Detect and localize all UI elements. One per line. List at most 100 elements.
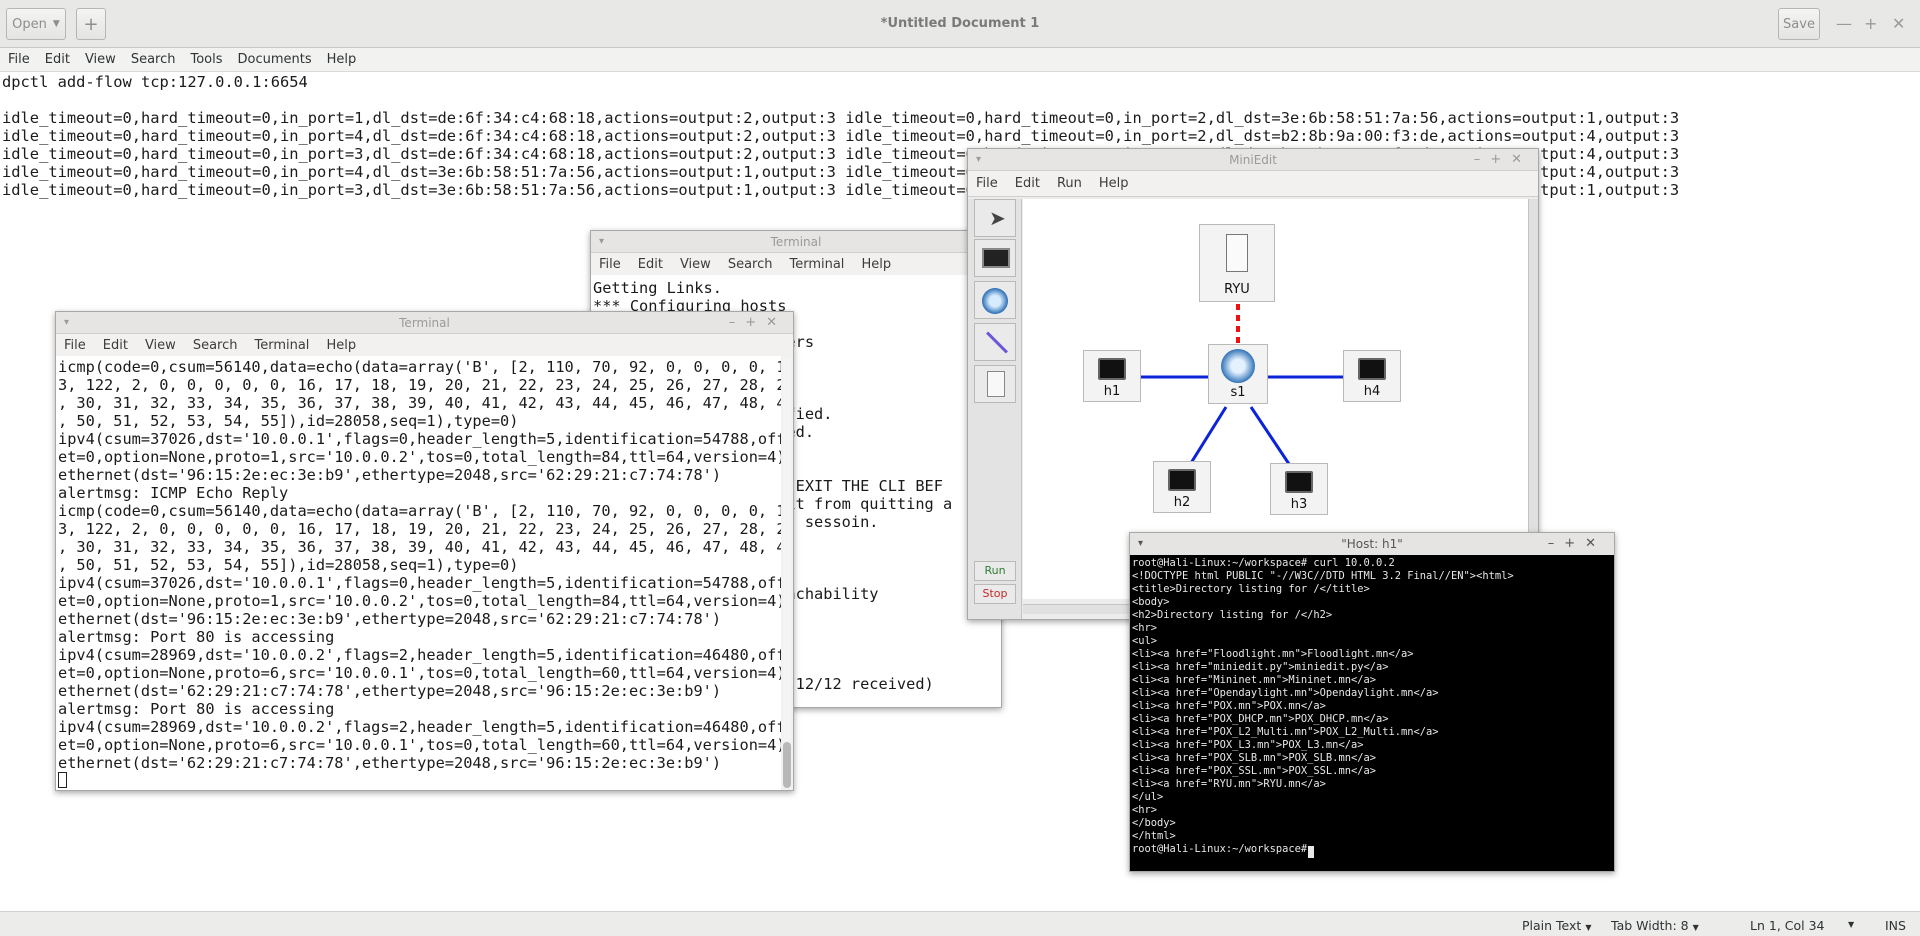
save-button[interactable]: Save	[1778, 8, 1820, 40]
host-label: h2	[1173, 495, 1191, 510]
status-bar: Plain Text ▼ Tab Width: 8 ▼ Ln 1, Col 34…	[0, 911, 1920, 936]
terminal-menubar: File Edit View Search Terminal Help	[56, 334, 793, 356]
host-icon	[1098, 358, 1126, 380]
link-s1-h3[interactable]	[1249, 406, 1293, 468]
switch-label: s1	[1230, 385, 1246, 400]
host-label: h1	[1103, 384, 1121, 399]
host-node-h1[interactable]: h1	[1083, 350, 1141, 402]
terminal-output[interactable]: icmp(code=0,csum=56140,data=echo(data=ar…	[56, 356, 781, 790]
stop-label: Stop	[982, 587, 1008, 600]
terminal-title: Terminal	[399, 316, 450, 330]
host-h1-terminal-output[interactable]: root@Hali-Linux:~/workspace# curl 10.0.0…	[1130, 555, 1614, 871]
host-icon	[1285, 471, 1313, 493]
link-tool-button[interactable]	[974, 323, 1016, 361]
window-menu-icon[interactable]: ▾	[64, 312, 69, 334]
menu-terminal[interactable]: Terminal	[789, 257, 844, 272]
host-icon	[1168, 469, 1196, 491]
switch-icon	[982, 288, 1008, 314]
menu-run[interactable]: Run	[1057, 176, 1082, 191]
menu-edit[interactable]: Edit	[1015, 176, 1040, 191]
tab-width-selector[interactable]: Tab Width: 8 ▼	[1611, 918, 1699, 933]
host-label: h3	[1290, 497, 1308, 512]
window-controls[interactable]: –+✕	[1474, 149, 1532, 171]
menu-tools[interactable]: Tools	[190, 52, 222, 67]
host-h1-title: "Host: h1"	[1341, 537, 1403, 551]
terminal-cursor	[1308, 846, 1314, 858]
cursor-arrow-icon: ➤	[989, 206, 1006, 230]
menu-search[interactable]: Search	[131, 52, 176, 67]
controller-icon	[1226, 234, 1248, 272]
vertical-scrollbar[interactable]	[783, 358, 791, 788]
menu-search[interactable]: Search	[728, 257, 773, 272]
save-button-label: Save	[1783, 16, 1815, 32]
menu-edit[interactable]: Edit	[638, 257, 663, 272]
host-node-h3[interactable]: h3	[1270, 463, 1328, 515]
miniedit-menubar: File Edit Run Help	[968, 171, 1538, 197]
terminal-titlebar[interactable]: ▾ Terminal –+✕	[56, 312, 793, 334]
host-node-h2[interactable]: h2	[1153, 461, 1211, 513]
terminal-cursor	[58, 772, 67, 788]
switch-node-s1[interactable]: s1	[1208, 344, 1268, 404]
host-h1-titlebar[interactable]: ▾ "Host: h1" –+✕	[1130, 533, 1614, 555]
menu-terminal[interactable]: Terminal	[254, 338, 309, 353]
language-selector[interactable]: Plain Text ▼	[1522, 918, 1591, 933]
host-label: h4	[1363, 384, 1381, 399]
select-tool-button[interactable]: ➤	[974, 199, 1016, 237]
language-label: Plain Text	[1522, 918, 1582, 933]
menu-file[interactable]: File	[8, 52, 30, 67]
controller-label: RYU	[1224, 282, 1250, 297]
tab-width-label: Tab Width: 8	[1611, 918, 1689, 933]
cursor-position: Ln 1, Col 34	[1750, 918, 1825, 933]
menu-edit[interactable]: Edit	[45, 52, 70, 67]
minimize-icon[interactable]: —	[1836, 14, 1852, 33]
window-title: *Untitled Document 1	[880, 16, 1040, 31]
window-controls[interactable]: –+✕	[1548, 533, 1606, 555]
gedit-headerbar: Open ▼ + *Untitled Document 1 Save — + ✕	[0, 0, 1920, 48]
terminal-window-front[interactable]: ▾ Terminal –+✕ File Edit View Search Termi…	[55, 311, 794, 791]
window-menu-icon[interactable]: ▾	[599, 231, 604, 253]
menu-view[interactable]: View	[85, 52, 116, 67]
menu-view[interactable]: View	[680, 257, 711, 272]
terminal-menubar: File Edit View Search Terminal Help	[591, 253, 1001, 275]
window-menu-icon[interactable]: ▾	[976, 149, 981, 171]
host-icon	[1358, 358, 1386, 380]
switch-icon	[1221, 349, 1255, 383]
run-button[interactable]: Run	[974, 561, 1016, 581]
stop-button[interactable]: Stop	[974, 584, 1016, 604]
menu-edit[interactable]: Edit	[103, 338, 128, 353]
menu-help[interactable]: Help	[327, 52, 357, 67]
menu-view[interactable]: View	[145, 338, 176, 353]
chevron-down-icon: ▼	[1585, 923, 1592, 932]
link-icon	[986, 331, 1008, 354]
menu-help[interactable]: Help	[861, 257, 891, 272]
menu-help[interactable]: Help	[1099, 176, 1129, 191]
host-node-h4[interactable]: h4	[1343, 350, 1401, 402]
window-menu-icon[interactable]: ▾	[1138, 533, 1143, 555]
miniedit-titlebar[interactable]: ▾ MiniEdit –+✕	[968, 149, 1538, 171]
host-icon	[982, 248, 1010, 268]
switch-tool-button[interactable]	[974, 281, 1016, 319]
menu-help[interactable]: Help	[326, 338, 356, 353]
close-icon[interactable]: ✕	[1892, 14, 1905, 33]
gedit-menubar: File Edit View Search Tools Documents He…	[0, 48, 1920, 72]
window-controls[interactable]: –+✕	[729, 312, 787, 334]
menu-file[interactable]: File	[976, 176, 998, 191]
menu-file[interactable]: File	[64, 338, 86, 353]
run-label: Run	[984, 564, 1006, 577]
maximize-icon[interactable]: +	[1864, 14, 1877, 33]
link-s1-h2[interactable]	[1189, 406, 1228, 464]
menu-search[interactable]: Search	[193, 338, 238, 353]
menu-documents[interactable]: Documents	[238, 52, 312, 67]
controller-node-ryu[interactable]: RYU	[1199, 224, 1275, 302]
chevron-down-icon: ▼	[1692, 923, 1699, 932]
menu-file[interactable]: File	[599, 257, 621, 272]
scrollbar-thumb[interactable]	[783, 742, 791, 788]
miniedit-title: MiniEdit	[1229, 153, 1277, 167]
controller-icon	[987, 371, 1005, 397]
terminal-title: Terminal	[770, 235, 822, 249]
chevron-down-icon[interactable]: ▼	[1848, 920, 1854, 929]
controller-tool-button[interactable]	[974, 365, 1016, 403]
terminal-titlebar[interactable]: ▾ Terminal	[591, 231, 1001, 253]
host-h1-window[interactable]: ▾ "Host: h1" –+✕ root@Hali-Linux:~/workspa…	[1129, 532, 1615, 872]
host-tool-button[interactable]	[974, 239, 1016, 277]
